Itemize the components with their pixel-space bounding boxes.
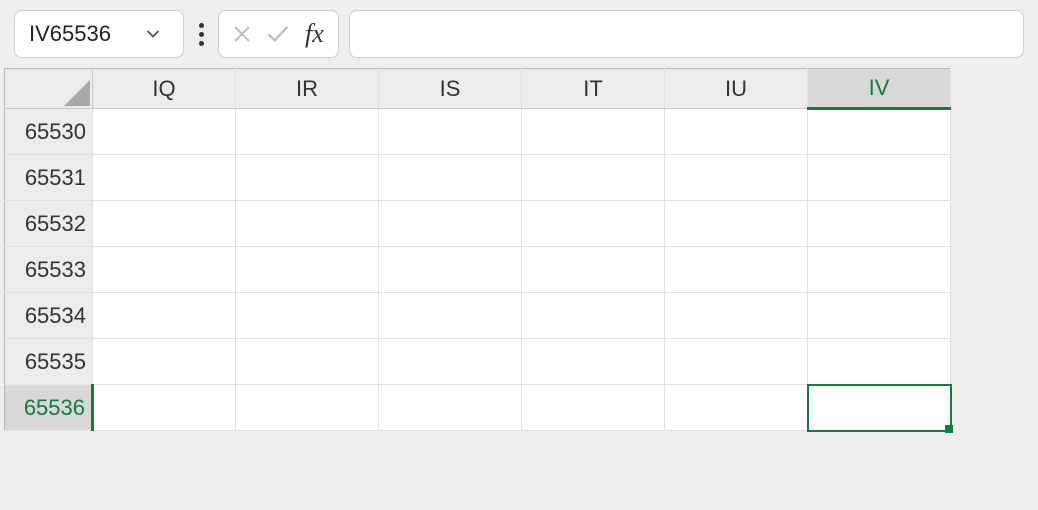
formula-bar: fx <box>0 0 1038 68</box>
row-header[interactable]: 65531 <box>5 155 93 201</box>
cell[interactable] <box>522 201 665 247</box>
cell[interactable] <box>808 385 951 431</box>
cell[interactable] <box>665 109 808 155</box>
cell[interactable] <box>236 293 379 339</box>
cell[interactable] <box>93 247 236 293</box>
cell[interactable] <box>522 339 665 385</box>
cell[interactable] <box>665 339 808 385</box>
cell[interactable] <box>379 201 522 247</box>
column-header[interactable]: IS <box>379 69 522 109</box>
cell[interactable] <box>236 385 379 431</box>
cell[interactable] <box>522 293 665 339</box>
cell[interactable] <box>236 339 379 385</box>
column-header[interactable]: IU <box>665 69 808 109</box>
cell[interactable] <box>93 385 236 431</box>
cancel-icon[interactable] <box>231 23 253 45</box>
row-header[interactable]: 65535 <box>5 339 93 385</box>
name-box-input[interactable] <box>29 21 139 47</box>
row-header[interactable]: 65532 <box>5 201 93 247</box>
cell[interactable] <box>379 247 522 293</box>
column-header[interactable]: IT <box>522 69 665 109</box>
select-all-triangle-icon <box>64 80 90 106</box>
cell[interactable] <box>93 201 236 247</box>
cell[interactable] <box>665 155 808 201</box>
cell[interactable] <box>665 293 808 339</box>
cell[interactable] <box>93 293 236 339</box>
cell[interactable] <box>808 109 951 155</box>
cell[interactable] <box>808 201 951 247</box>
cell[interactable] <box>379 293 522 339</box>
cell[interactable] <box>522 247 665 293</box>
cell[interactable] <box>522 385 665 431</box>
cell[interactable] <box>93 109 236 155</box>
formula-controls: fx <box>218 10 339 58</box>
cell[interactable] <box>379 339 522 385</box>
cell[interactable] <box>665 385 808 431</box>
row-header[interactable]: 65530 <box>5 109 93 155</box>
confirm-icon[interactable] <box>265 21 291 47</box>
cell[interactable] <box>236 155 379 201</box>
cell[interactable] <box>808 339 951 385</box>
row-header[interactable]: 65536 <box>5 385 93 431</box>
cell[interactable] <box>379 385 522 431</box>
cell[interactable] <box>665 247 808 293</box>
insert-function-icon[interactable]: fx <box>303 19 326 49</box>
spreadsheet-grid[interactable]: IQIRISITIUIV 655306553165532655336553465… <box>4 68 951 431</box>
column-header[interactable]: IV <box>808 69 951 109</box>
sheet-area: IQIRISITIUIV 655306553165532655336553465… <box>0 68 1038 431</box>
cell[interactable] <box>93 339 236 385</box>
formula-input-wrap[interactable] <box>349 10 1024 58</box>
name-box[interactable] <box>14 10 184 58</box>
cell[interactable] <box>93 155 236 201</box>
cell[interactable] <box>808 155 951 201</box>
formula-input[interactable] <box>364 23 1009 46</box>
cell[interactable] <box>379 109 522 155</box>
cell[interactable] <box>522 155 665 201</box>
cell[interactable] <box>236 247 379 293</box>
more-options-icon[interactable] <box>194 14 208 54</box>
cell[interactable] <box>808 293 951 339</box>
column-header[interactable]: IQ <box>93 69 236 109</box>
cell[interactable] <box>665 201 808 247</box>
row-header[interactable]: 65534 <box>5 293 93 339</box>
row-header[interactable]: 65533 <box>5 247 93 293</box>
column-header[interactable]: IR <box>236 69 379 109</box>
cell[interactable] <box>379 155 522 201</box>
cell[interactable] <box>236 201 379 247</box>
chevron-down-icon[interactable] <box>139 20 167 48</box>
cell[interactable] <box>236 109 379 155</box>
cell[interactable] <box>808 247 951 293</box>
select-all-corner[interactable] <box>5 69 93 109</box>
cell[interactable] <box>522 109 665 155</box>
